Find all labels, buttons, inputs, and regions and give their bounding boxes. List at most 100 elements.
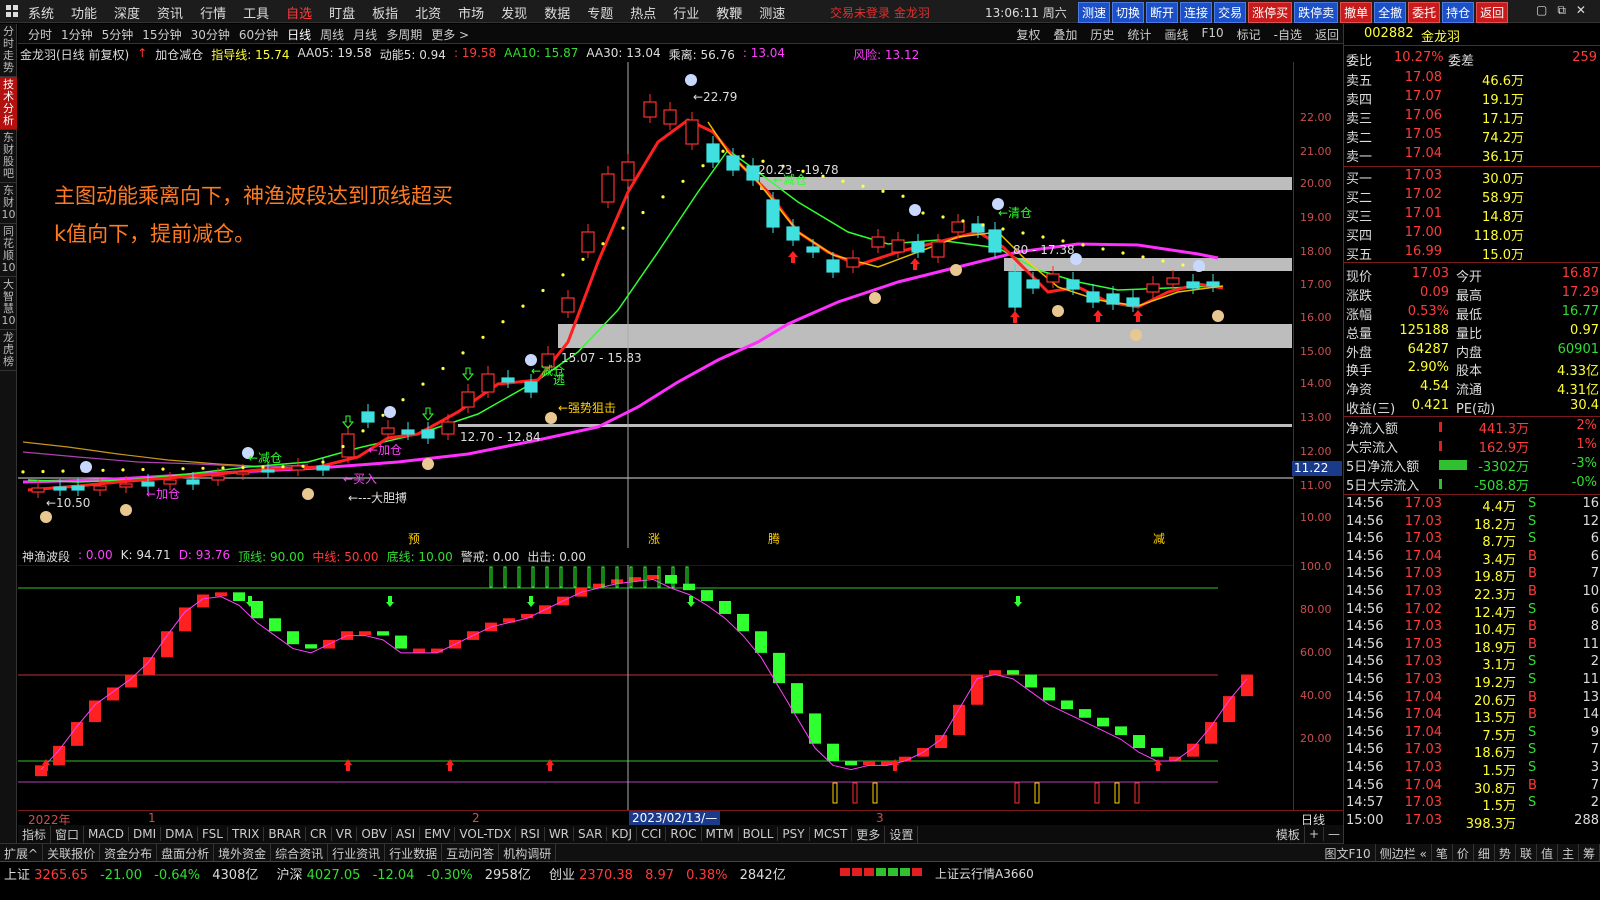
chart-tool-8[interactable]: 返回 <box>1315 26 1339 43</box>
side-tab-1[interactable]: 技术分析 <box>0 77 17 130</box>
ext-right-5[interactable]: 势 <box>1495 844 1516 861</box>
trade-button-8[interactable]: 全撤 <box>1374 2 1407 23</box>
ext-right-6[interactable]: 联 <box>1516 844 1537 861</box>
indicator-tab-9[interactable]: VR <box>332 827 358 841</box>
indicator-tab-8[interactable]: CR <box>306 827 332 841</box>
menu-item-15[interactable]: 行业 <box>673 3 699 22</box>
indicator-tab-26[interactable]: 模板 <box>1272 825 1305 843</box>
ext-tab-5[interactable]: 综合资讯 <box>271 844 329 861</box>
menu-item-11[interactable]: 发现 <box>501 3 527 22</box>
period-4[interactable]: 30分钟 <box>191 26 230 43</box>
ext-tab-1[interactable]: 关联报价 <box>43 844 101 861</box>
side-tab-0[interactable]: 分时走势 <box>0 24 17 77</box>
indicator-tab-5[interactable]: FSL <box>198 827 228 841</box>
trade-button-3[interactable]: 连接 <box>1180 2 1213 23</box>
chart-tool-2[interactable]: 历史 <box>1090 26 1114 43</box>
chart-tool-3[interactable]: 统计 <box>1127 26 1151 43</box>
trade-button-7[interactable]: 撤单 <box>1340 2 1373 23</box>
side-tab-6[interactable]: 龙虎榜 <box>0 330 17 371</box>
trade-button-10[interactable]: 持仓 <box>1442 2 1475 23</box>
ext-right-0[interactable]: 图文F10 <box>1321 844 1376 861</box>
side-tab-3[interactable]: 东财10 <box>0 183 17 224</box>
ext-right-4[interactable]: 细 <box>1474 844 1495 861</box>
period-8[interactable]: 月线 <box>353 26 377 43</box>
trade-button-5[interactable]: 涨停买 <box>1248 2 1293 23</box>
indicator-tab-2[interactable]: MACD <box>84 827 130 841</box>
indicator-tab-0[interactable]: 指标 <box>18 825 52 843</box>
ext-tab-7[interactable]: 行业数据 <box>385 844 443 861</box>
indicator-tab-27[interactable]: + <box>1305 827 1324 841</box>
side-tab-5[interactable]: 大智慧10 <box>0 277 17 330</box>
side-tab-4[interactable]: 同花顺10 <box>0 224 17 277</box>
indicator-tab-6[interactable]: TRIX <box>228 827 265 841</box>
indicator-tab-22[interactable]: PSY <box>778 827 810 841</box>
ext-right-9[interactable]: 筹 <box>1579 844 1600 861</box>
menu-item-3[interactable]: 资讯 <box>157 3 183 22</box>
side-tab-2[interactable]: 东财股吧 <box>0 130 17 183</box>
menu-item-2[interactable]: 深度 <box>114 3 140 22</box>
ext-tab-3[interactable]: 盘面分析 <box>157 844 215 861</box>
indicator-tab-1[interactable]: 窗口 <box>51 825 85 843</box>
indicator-tab-19[interactable]: ROC <box>666 827 702 841</box>
indicator-tab-15[interactable]: WR <box>545 827 575 841</box>
kdj-sub-chart[interactable] <box>18 565 1293 810</box>
trade-button-4[interactable]: 交易 <box>1214 2 1247 23</box>
chart-tool-1[interactable]: 叠加 <box>1053 26 1077 43</box>
indicator-tab-4[interactable]: DMA <box>161 827 198 841</box>
menu-item-0[interactable]: 系统 <box>28 3 54 22</box>
period-7[interactable]: 周线 <box>320 26 344 43</box>
trade-button-6[interactable]: 跌停卖 <box>1294 2 1339 23</box>
menu-item-10[interactable]: 市场 <box>458 3 484 22</box>
period-2[interactable]: 5分钟 <box>102 26 134 43</box>
ext-tab-9[interactable]: 机构调研 <box>499 844 557 861</box>
ext-right-8[interactable]: 主 <box>1558 844 1579 861</box>
indicator-tab-18[interactable]: CCI <box>637 827 667 841</box>
trade-button-0[interactable]: 测速 <box>1078 2 1111 23</box>
cloud-status[interactable]: 上证云行情A3660 <box>935 865 1034 882</box>
ext-tab-2[interactable]: 资金分布 <box>100 844 158 861</box>
chart-tool-6[interactable]: 标记 <box>1237 26 1261 43</box>
indicator-tab-16[interactable]: SAR <box>574 827 608 841</box>
indicator-tab-14[interactable]: RSI <box>516 827 545 841</box>
indicator-tab-3[interactable]: DMI <box>129 827 162 841</box>
menu-item-6[interactable]: 自选 <box>286 3 312 22</box>
trade-button-1[interactable]: 切换 <box>1112 2 1145 23</box>
ext-tab-6[interactable]: 行业资讯 <box>328 844 386 861</box>
main-kline-chart[interactable]: ←10.50 ←加仓 ←减仓 ←加仓 ←买入 ←---大胆搏 12.70 - 1… <box>18 62 1293 548</box>
ext-tab-8[interactable]: 互动问答 <box>442 844 500 861</box>
ext-tab-4[interactable]: 境外资金 <box>214 844 272 861</box>
period-3[interactable]: 15分钟 <box>142 26 181 43</box>
menu-item-7[interactable]: 盯盘 <box>329 3 355 22</box>
menu-item-8[interactable]: 板指 <box>372 3 398 22</box>
menu-item-16[interactable]: 教鞭 <box>716 3 742 22</box>
indicator-tab-21[interactable]: BOLL <box>739 827 779 841</box>
indicator-tab-7[interactable]: BRAR <box>264 827 307 841</box>
ext-right-2[interactable]: 笔 <box>1432 844 1453 861</box>
menu-item-12[interactable]: 数据 <box>544 3 570 22</box>
chart-tool-0[interactable]: 复权 <box>1016 26 1040 43</box>
indicator-tab-24[interactable]: 更多 <box>852 825 886 843</box>
menu-item-14[interactable]: 热点 <box>630 3 656 22</box>
menu-item-5[interactable]: 工具 <box>243 3 269 22</box>
window-controls[interactable]: ▢⧉✕ <box>1536 3 1596 18</box>
trade-button-11[interactable]: 返回 <box>1476 2 1509 23</box>
sub-indicator-name[interactable]: 神渔波段 <box>22 548 70 564</box>
chart-tool-7[interactable]: -自选 <box>1274 26 1302 43</box>
period-1[interactable]: 1分钟 <box>61 26 93 43</box>
period-6[interactable]: 日线 <box>287 26 311 43</box>
indicator-tab-17[interactable]: KDJ <box>607 827 638 841</box>
trade-button-9[interactable]: 委托 <box>1408 2 1441 23</box>
ext-right-7[interactable]: 值 <box>1537 844 1558 861</box>
login-status[interactable]: 交易未登录 金龙羽 <box>830 4 930 21</box>
indicator-tab-28[interactable]: — <box>1324 827 1345 841</box>
indicator-tab-13[interactable]: VOL-TDX <box>455 827 517 841</box>
indicator-tab-11[interactable]: ASI <box>392 827 421 841</box>
menu-item-9[interactable]: 北资 <box>415 3 441 22</box>
menu-item-4[interactable]: 行情 <box>200 3 226 22</box>
period-0[interactable]: 分时 <box>28 26 52 43</box>
period-10[interactable]: 更多 > <box>431 26 469 43</box>
indicator-tab-12[interactable]: EMV <box>420 827 456 841</box>
menu-item-17[interactable]: 测速 <box>759 3 785 22</box>
indicator-tab-25[interactable]: 设置 <box>885 825 919 843</box>
period-9[interactable]: 多周期 <box>386 26 422 43</box>
